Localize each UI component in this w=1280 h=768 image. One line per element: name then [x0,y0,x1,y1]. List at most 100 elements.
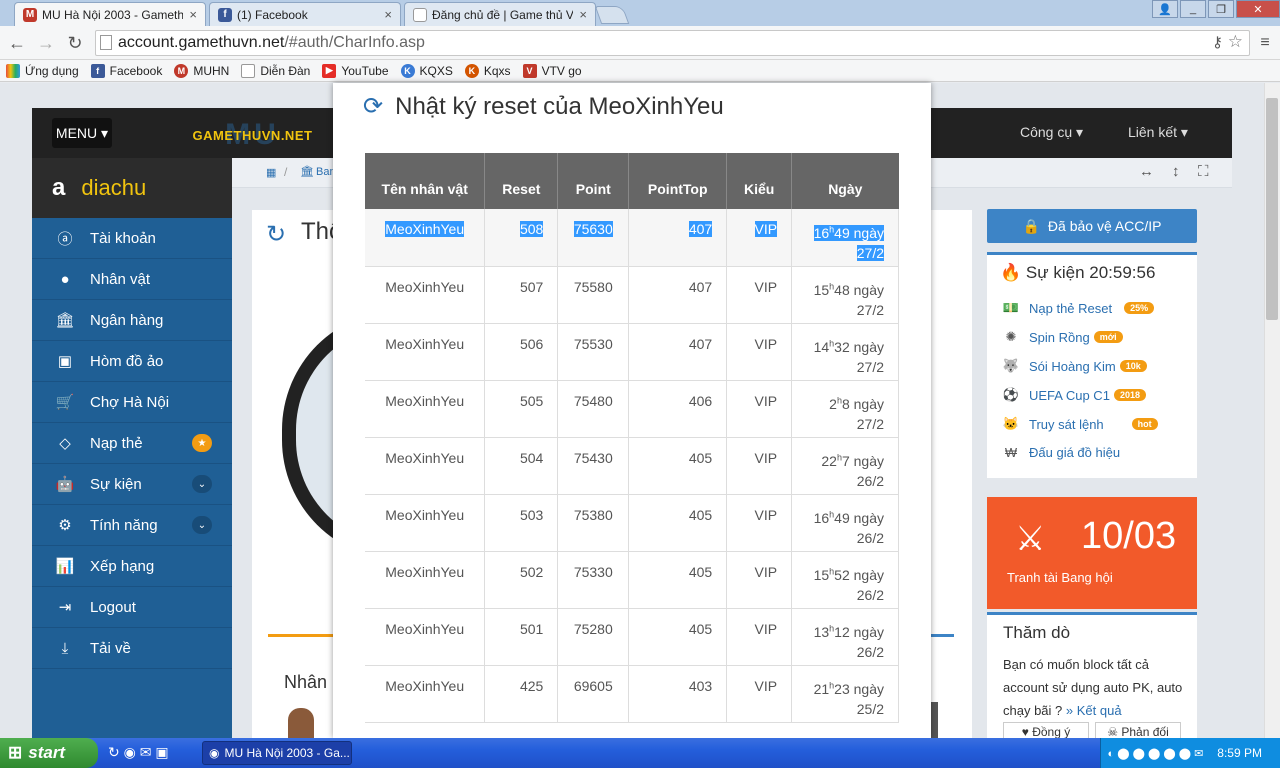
poll-result-link[interactable]: » Kết quả [1066,703,1122,718]
cell-name: MeoXinhYeu [365,608,486,666]
back-icon[interactable]: ← [5,32,29,54]
cell-type: VIP [726,494,793,552]
cell-reset: 506 [484,323,559,381]
close-tab-icon[interactable]: × [579,7,587,22]
close-tab-icon[interactable]: × [384,7,392,22]
fullscreen-icon[interactable]: ⛶ [1198,163,1209,180]
cart-icon: 🛒 [55,394,75,411]
table-row: MeoXinhYeu 504 75430 405 VIP 22h7 ngày 26/2 [365,437,899,495]
tray-icons[interactable]: ◐ ⬤ ⬤ ⬤ ⬤ ⬤ ✉ [1108,747,1204,760]
sidebar-item-topup[interactable]: ◇ Nạp thẻ ★ [32,423,232,464]
chevron-down-icon: ⌄ [192,475,212,493]
mu-icon: M [174,63,189,78]
menu-icon[interactable]: ≡ [1253,32,1277,54]
page-icon [413,7,427,22]
bookmark-youtube[interactable]: ▶ YouTube [322,63,389,78]
nav-tools[interactable]: Công cụ ▾ [1020,124,1083,141]
bookmark-facebook[interactable]: f Facebook [90,63,162,78]
taskbar-item-chrome[interactable]: ◉ MU Hà Nội 2003 - Ga... [202,741,352,765]
key-icon[interactable]: ⚷ [1212,33,1223,51]
protect-button[interactable]: 🔒 Đã bảo vệ ACC/IP [987,209,1197,243]
event-item-uefa[interactable]: ⚽ UEFA Cup C1 2018 [1002,387,1146,403]
date-text: 13h12 ngày [813,623,884,641]
modal-title: ⟳ Nhật ký reset của MeoXinhYeu [363,92,724,121]
sidebar-item-character[interactable]: ● Nhân vật [32,259,232,300]
menu-button[interactable]: MENU ▾ [52,118,112,148]
sidebar-item-account[interactable]: ⓐ Tài khoản [32,218,232,259]
facebook-icon: f [90,63,105,78]
star-icon[interactable]: ☆ [1228,32,1243,52]
event-item-auction[interactable]: ₩ Đấu giá đồ hiệu [1002,445,1120,460]
event-item-topup[interactable]: 💵 Nạp thẻ Reset 25% [1002,300,1155,316]
cell-pointtop: 407 [628,323,728,381]
bookmark-forum[interactable]: Diễn Đàn [241,63,310,78]
col-point: Point [557,153,630,209]
bookmark-apps[interactable]: Ứng dụng [6,63,79,78]
address-bar[interactable]: account.gamethuvn.net/#auth/CharInfo.asp… [95,30,1250,56]
cell-date: 13h12 ngày 26/2 [791,608,899,666]
tab-mu[interactable]: M MU Hà Nội 2003 - GamethuVi × [14,2,206,26]
tab-forum[interactable]: Đăng chủ đề | Game thủ Việt × [404,2,596,26]
star-badge-icon: ★ [192,434,212,452]
nav-links[interactable]: Liên kết ▾ [1128,124,1188,141]
cell-date: 22h7 ngày 26/2 [791,437,899,495]
mu-icon: M [23,7,37,22]
forward-icon[interactable]: → [34,32,58,54]
youtube-icon: ▶ [322,63,337,78]
poll-question: Bạn có muốn block tất cả account sử dụng… [1003,657,1183,718]
sidebar-item-features[interactable]: ⚙ Tính năng ⌄ [32,505,232,546]
sidebar-item-bank[interactable]: 🏛 Ngân hàng [32,300,232,341]
user-icon[interactable]: 👤 [1152,0,1178,18]
event-item-hunt[interactable]: 🐱 Truy sát lệnh hot [1002,416,1158,432]
cell-pointtop: 405 [628,551,728,609]
diamond-icon: ◇ [59,435,71,452]
sidebar-item-download[interactable]: ⤓ Tải về [32,628,232,669]
event-item-wolf[interactable]: 🐺 Sói Hoàng Kim 10k [1002,358,1147,374]
cell-type: VIP [726,266,793,324]
restore-icon[interactable]: ❐ [1208,0,1234,18]
bookmark-muhn[interactable]: M MUHN [174,63,229,78]
gears-icon: ⚙ [58,517,72,534]
cell-pointtop: 407 [628,209,728,267]
scroll-thumb[interactable] [1266,98,1278,320]
sidebar-item-logout[interactable]: ⇥ Logout [32,587,232,628]
date-text: 2h8 ngày [829,395,884,413]
site-logo[interactable]: MU GAMETHUVN.NET [190,118,315,151]
cell-pointtop: 405 [628,608,728,666]
date-text: 15h48 ngày [813,281,884,299]
bookmark-kqxs-2[interactable]: K Kqxs [464,63,511,78]
sidebar-item-ranking[interactable]: 📊 Xếp hạng [32,546,232,587]
cell-date: 21h23 ngày 25/2 [791,665,899,723]
bookmark-vtv[interactable]: V VTV go [522,63,582,78]
horizontal-resize-icon[interactable]: ↔ [1139,163,1154,180]
minimize-icon[interactable]: _ [1180,0,1206,18]
cell-pointtop: 407 [628,266,728,324]
promo-card[interactable]: ⚔ 10/03 Tranh tài Bang hội [987,497,1197,609]
cell-reset: 503 [484,494,559,552]
won-icon: ₩ [1004,445,1018,460]
cell-reset: 425 [484,665,559,723]
cell-type: VIP [726,380,793,438]
avatar [288,708,314,738]
poll-panel: Thăm dò Bạn có muốn block tất cả account… [987,612,1197,741]
cell-name: MeoXinhYeu [365,437,486,495]
close-window-icon[interactable]: ✕ [1236,0,1280,18]
sidebar-item-events[interactable]: 🤖 Sự kiện ⌄ [32,464,232,505]
sidebar-item-storage[interactable]: ▣ Hòm đồ ảo [32,341,232,382]
chrome-icon: ◉ [209,746,220,760]
quicklaunch-icon[interactable]: ↻ ◉ ✉ ▣ [108,744,169,761]
date-text: 21h23 ngày [813,680,884,698]
vertical-resize-icon[interactable]: ↕ [1172,163,1180,180]
close-tab-icon[interactable]: × [189,7,197,22]
sidebar-item-market[interactable]: 🛒 Chợ Hà Nội [32,382,232,423]
tab-facebook[interactable]: f (1) Facebook × [209,2,401,26]
start-button[interactable]: ⊞ start [0,738,98,768]
reload-icon[interactable]: ↻ [63,32,87,54]
date-text: 22h7 ngày [821,452,884,470]
fire-icon: 🔥 [1000,263,1022,282]
col-reset: Reset [484,153,559,209]
refresh-icon: ↻ [266,221,287,248]
scroll-indicator [930,702,938,738]
event-item-spin[interactable]: ✺ Spin Rồng mới [1002,329,1123,345]
bookmark-kqxs-1[interactable]: K KQXS [400,63,453,78]
